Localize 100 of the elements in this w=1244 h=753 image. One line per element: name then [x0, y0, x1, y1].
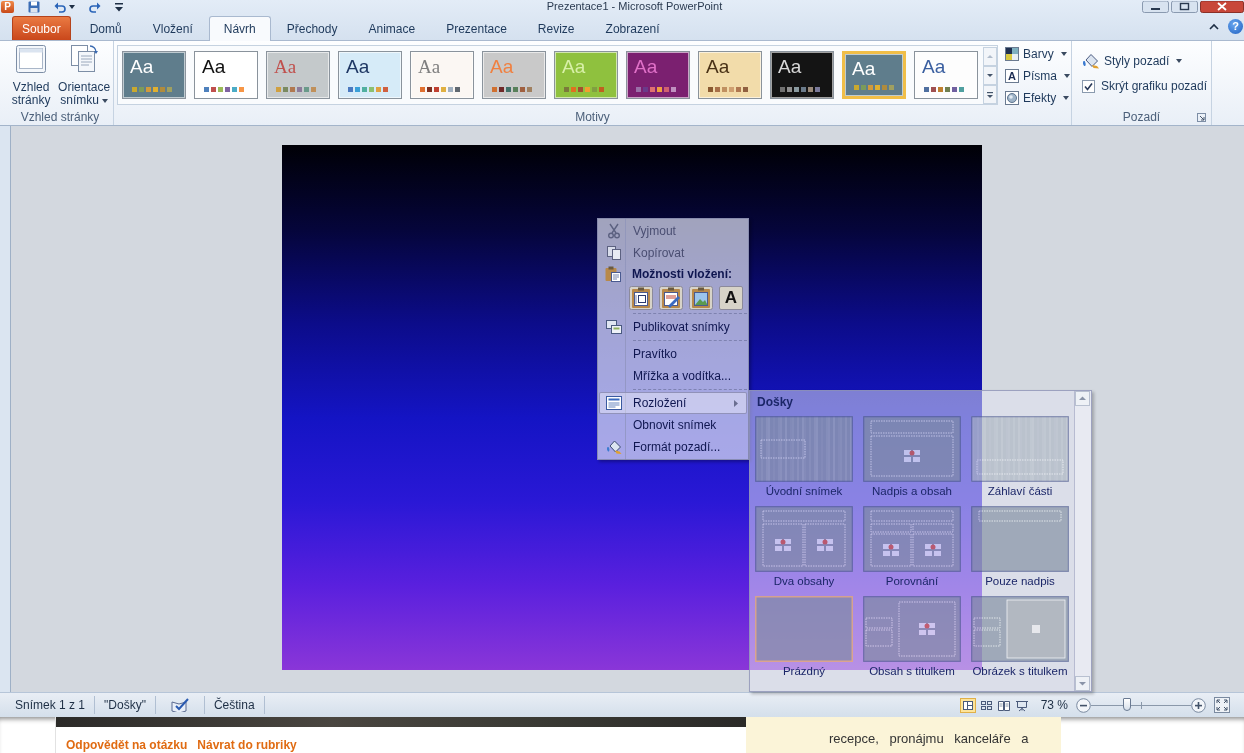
font-icon: A [1005, 69, 1019, 83]
theme-thumbnail[interactable]: Aa [842, 51, 906, 99]
color-palette-icon [924, 87, 966, 92]
theme-thumbnail[interactable]: Aa [194, 51, 258, 99]
slides-icon [605, 319, 622, 335]
effects-icon [1005, 91, 1019, 105]
group-label: Pozadí [1122, 110, 1161, 125]
theme-thumbnail[interactable]: Aa [410, 51, 474, 99]
zoom-out-icon[interactable] [1076, 697, 1091, 713]
ribbon-tab[interactable]: Zobrazení [590, 16, 675, 40]
menu-section-header: Možnosti vložení: [632, 267, 732, 281]
note-text: recepce, pronájmu kanceláře a [829, 731, 1029, 746]
chevron-up-icon[interactable] [1209, 23, 1219, 30]
checkbox-label: Skrýt grafiku pozadí [1101, 79, 1208, 93]
file-tab[interactable]: Soubor [12, 16, 71, 40]
color-palette-icon [348, 87, 390, 92]
maximize-icon[interactable] [1171, 0, 1198, 13]
ribbon-tab[interactable]: Animace [353, 16, 431, 40]
menu-item[interactable]: Publikovat snímky [599, 316, 747, 338]
menu-item[interactable]: Formát pozadí... [599, 436, 747, 458]
group-label: Vzhled stránky [20, 110, 100, 125]
ribbon-tab[interactable]: Návrh [208, 16, 271, 41]
ribbon-tab[interactable]: Revize [522, 16, 590, 40]
more-icon[interactable] [983, 84, 997, 104]
color-palette-icon [276, 87, 318, 92]
close-icon[interactable] [1200, 0, 1244, 13]
zoom-slider-thumb[interactable] [1123, 698, 1131, 711]
copy-icon [605, 245, 622, 261]
scroll-down-icon[interactable] [1075, 676, 1090, 691]
page-icon [16, 45, 47, 73]
clipboard-picture-icon[interactable] [689, 285, 713, 310]
color-palette-icon [492, 87, 534, 92]
color-palette-icon [708, 87, 750, 92]
color-palette-icon [780, 87, 822, 92]
clipboard-icon [604, 266, 621, 282]
language-label[interactable]: Čeština [213, 698, 255, 712]
colors-button[interactable]: Barvy [1003, 45, 1072, 63]
color-palette-icon [854, 85, 896, 90]
menu-item[interactable]: Obnovit snímek [599, 414, 747, 436]
window-title: Prezentace1 - Microsoft PowerPoint [546, 0, 723, 13]
background-styles-button[interactable]: Styly pozadí [1080, 52, 1185, 70]
color-palette-icon [132, 87, 174, 92]
layout-option[interactable]: Úvodní snímek [752, 416, 856, 498]
layout-option[interactable]: Pouze nadpis [968, 506, 1072, 588]
layout-option[interactable]: Dva obsahy [752, 506, 856, 588]
color-palette-icon [636, 87, 678, 92]
zoom-in-icon[interactable] [1191, 697, 1206, 713]
layout-option[interactable]: Obrázek s titulkem [968, 596, 1072, 678]
layout-option[interactable]: Obsah s titulkem [860, 596, 964, 678]
pages-icon [69, 45, 100, 73]
fit-to-window-icon[interactable] [1214, 697, 1230, 713]
theme-thumbnail[interactable]: Aa [338, 51, 402, 99]
color-palette-icon [204, 87, 246, 92]
gallery-header: Došky [757, 394, 794, 410]
save-icon[interactable] [28, 0, 40, 13]
theme-thumbnail[interactable]: Aa [698, 51, 762, 99]
paint-bucket-icon [1082, 53, 1100, 69]
dialog-launcher-icon[interactable] [1197, 113, 1206, 122]
paste-text-only-button[interactable]: A [719, 285, 743, 310]
scroll-up-icon[interactable] [1075, 391, 1090, 406]
ribbon-tab[interactable]: Domů [74, 16, 137, 40]
layout-option[interactable]: Porovnání [860, 506, 964, 588]
submenu-item[interactable]: Rozložení [599, 392, 747, 414]
scissors-icon [605, 223, 622, 239]
menu-item[interactable]: Mřížka a vodítka... [599, 365, 747, 387]
group-label: Motivy [575, 110, 610, 125]
fonts-button[interactable]: A Písma [1003, 67, 1072, 85]
paint-bucket-icon [605, 439, 622, 455]
layout-option[interactable]: Prázdný [752, 596, 856, 678]
minimize-icon[interactable] [1142, 0, 1169, 13]
undo-icon[interactable] [54, 0, 66, 13]
spell-check-icon[interactable] [170, 698, 189, 712]
ribbon-tab[interactable]: Prezentace [431, 16, 522, 40]
layout-option[interactable]: Nadpis a obsah [860, 416, 964, 498]
gallery-scrollbar[interactable] [1074, 391, 1091, 691]
caret-down-icon[interactable] [69, 4, 75, 9]
page-setup-button[interactable]: Vzhled stránky [8, 44, 55, 107]
redo-icon[interactable] [89, 0, 101, 13]
layout-icon [605, 395, 622, 411]
theme-thumbnail[interactable]: Aa [122, 51, 186, 99]
theme-name: "Došky" [104, 698, 146, 712]
effects-button[interactable]: Efekty [1003, 89, 1072, 107]
clipboard-brush-icon[interactable] [659, 285, 683, 310]
clipboard-icon[interactable] [629, 285, 653, 310]
customize-icon[interactable] [115, 1, 123, 12]
checkbox[interactable] [1082, 79, 1095, 93]
zoom-level[interactable]: 73 % [1040, 698, 1068, 712]
color-squares-icon [1005, 47, 1019, 61]
slide-counter: Snímek 1 z 1 [15, 698, 86, 712]
color-palette-icon [420, 87, 462, 92]
normal-view-icon[interactable] [959, 697, 976, 713]
theme-thumbnail[interactable]: Aa [914, 51, 978, 99]
menu-item[interactable]: Pravítko [599, 343, 747, 365]
orientation-button[interactable]: Orientace snímku [55, 44, 113, 107]
color-palette-icon [564, 87, 606, 92]
submenu-arrow-icon [734, 399, 738, 407]
theme-thumbnail[interactable]: Aa [770, 51, 834, 99]
ribbon-tab[interactable]: Přechody [271, 16, 353, 40]
ribbon-tab[interactable]: Vložení [137, 16, 208, 40]
layout-option[interactable]: Záhlaví části [968, 416, 1072, 498]
